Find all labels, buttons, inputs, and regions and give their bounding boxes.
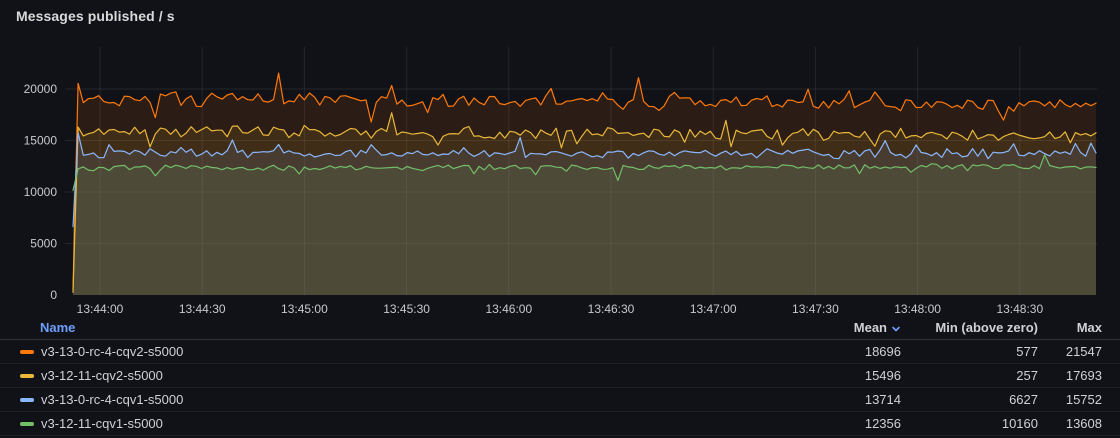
svg-text:10000: 10000: [24, 185, 58, 199]
legend-header-min[interactable]: Min (above zero): [901, 320, 1038, 335]
svg-text:13:44:00: 13:44:00: [77, 302, 124, 316]
series-color-swatch[interactable]: [20, 350, 34, 354]
legend-row: v3-12-11-cqv2-s5000 15496 257 17693: [0, 364, 1120, 388]
series-color-swatch[interactable]: [20, 422, 34, 426]
series-max-value: 13608: [1038, 416, 1102, 431]
series-fills: [73, 73, 1096, 295]
y-axis-labels: 0 5000 10000 15000 20000: [24, 82, 58, 302]
series-min-value: 6627: [901, 392, 1038, 407]
series-name[interactable]: v3-12-11-cqv1-s5000: [41, 416, 163, 431]
legend-header-max[interactable]: Max: [1038, 320, 1102, 335]
svg-text:13:48:00: 13:48:00: [894, 302, 941, 316]
series-color-swatch[interactable]: [20, 398, 34, 402]
series-mean-value: 12356: [781, 416, 901, 431]
svg-text:13:47:00: 13:47:00: [690, 302, 737, 316]
legend-header-mean-label: Mean: [854, 320, 887, 335]
svg-text:13:45:30: 13:45:30: [383, 302, 430, 316]
legend-header-min-label: Min (above zero): [935, 320, 1038, 335]
series-min-value: 577: [901, 344, 1038, 359]
series-name[interactable]: v3-13-0-rc-4-cqv1-s5000: [41, 392, 183, 407]
series-mean-value: 13714: [781, 392, 901, 407]
grafana-panel: Messages published / s 05000100001500020…: [0, 0, 1120, 438]
svg-text:20000: 20000: [24, 82, 58, 96]
svg-text:13:46:30: 13:46:30: [588, 302, 635, 316]
legend-row: v3-13-0-rc-4-cqv1-s5000 13714 6627 15752: [0, 388, 1120, 412]
svg-text:13:48:30: 13:48:30: [996, 302, 1043, 316]
legend-header-max-label: Max: [1077, 320, 1102, 335]
legend-row: v3-13-0-rc-4-cqv2-s5000 18696 577 21547: [0, 340, 1120, 364]
svg-text:5000: 5000: [30, 237, 57, 251]
series-max-value: 17693: [1038, 368, 1102, 383]
series-max-value: 15752: [1038, 392, 1102, 407]
legend-header-name[interactable]: Name: [20, 320, 781, 335]
sort-desc-icon: [891, 325, 901, 333]
legend-header-name-label: Name: [40, 320, 75, 335]
legend-header-row: Name Mean Min (above zero) Max: [0, 316, 1120, 340]
svg-text:13:45:00: 13:45:00: [281, 302, 328, 316]
svg-text:13:47:30: 13:47:30: [792, 302, 839, 316]
svg-text:13:46:00: 13:46:00: [485, 302, 532, 316]
series-name[interactable]: v3-12-11-cqv2-s5000: [41, 368, 163, 383]
svg-text:15000: 15000: [24, 134, 58, 148]
svg-text:0: 0: [50, 288, 57, 302]
x-axis-labels: 13:44:00 13:44:30 13:45:00 13:45:30 13:46:00…: [77, 302, 1044, 316]
series-min-value: 257: [901, 368, 1038, 383]
series-color-swatch[interactable]: [20, 374, 34, 378]
legend-table: Name Mean Min (above zero) Max v3-13-0-r…: [0, 316, 1120, 436]
series-mean-value: 15496: [781, 368, 901, 383]
timeseries-chart[interactable]: 0500010000150002000013:44:0013:44:3013:4…: [0, 0, 1120, 316]
series-mean-value: 18696: [781, 344, 901, 359]
legend-header-mean[interactable]: Mean: [781, 320, 901, 335]
legend-row: v3-12-11-cqv1-s5000 12356 10160 13608: [0, 412, 1120, 436]
series-name[interactable]: v3-13-0-rc-4-cqv2-s5000: [41, 344, 183, 359]
svg-text:13:44:30: 13:44:30: [179, 302, 226, 316]
series-min-value: 10160: [901, 416, 1038, 431]
series-max-value: 21547: [1038, 344, 1102, 359]
